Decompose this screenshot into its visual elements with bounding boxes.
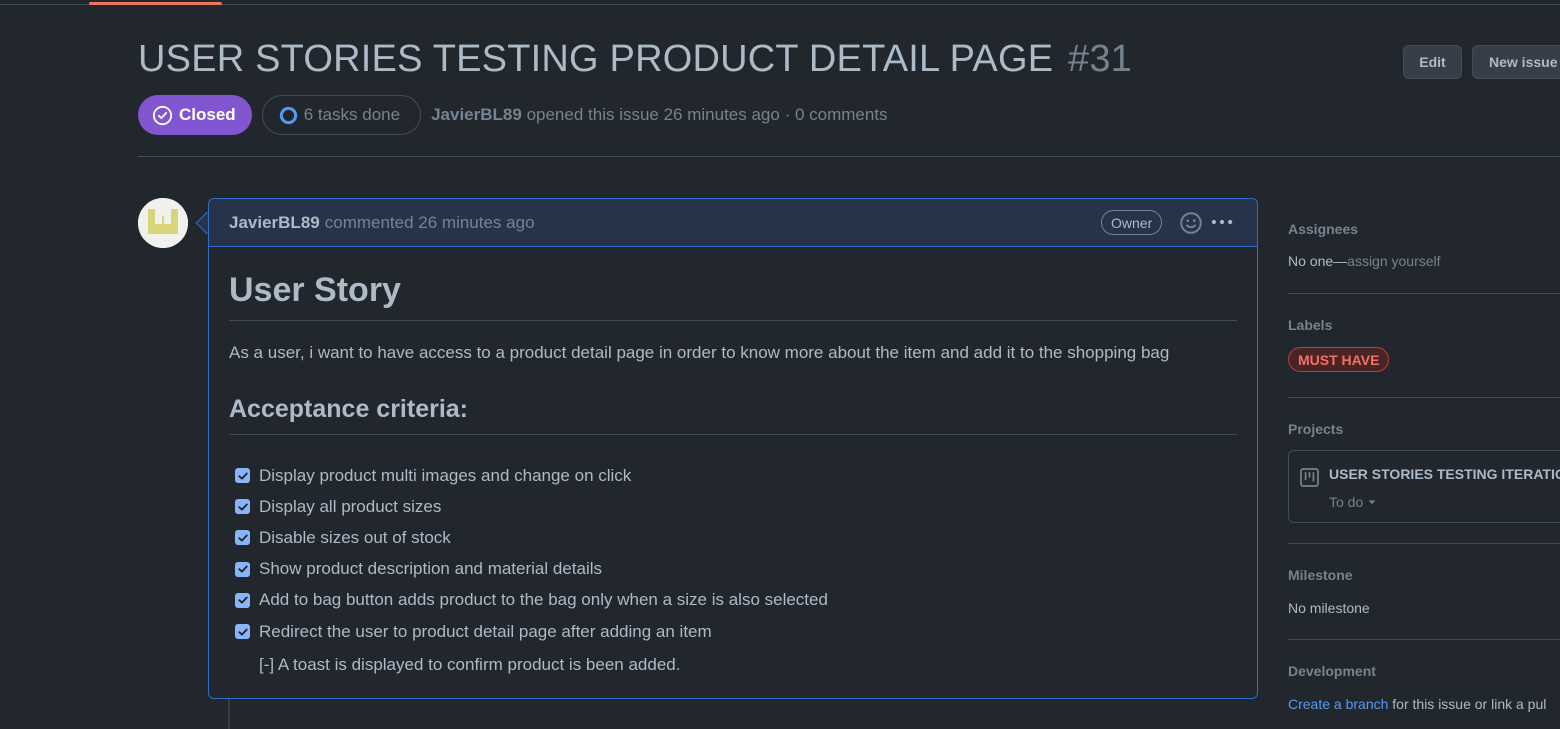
smiley-icon[interactable]: [1179, 211, 1203, 235]
assignees-value: No one—assign yourself: [1288, 253, 1441, 269]
development-title[interactable]: Development: [1288, 663, 1376, 679]
task-item: Show product description and material de…: [229, 554, 1237, 585]
project-board-icon: [1300, 468, 1319, 487]
edit-button[interactable]: Edit: [1403, 45, 1462, 79]
sidebar-divider: [1288, 397, 1560, 398]
task-item: Redirect the user to product detail page…: [229, 616, 1237, 647]
state-label: Closed: [179, 105, 236, 124]
issue-number: #31: [1068, 38, 1133, 80]
check-icon: [237, 503, 248, 511]
labels-list: MUST HAVE: [1288, 347, 1390, 372]
task-checkbox[interactable]: [235, 530, 250, 546]
issue-meta: Closed 6 tasks done JavierBL89 opened th…: [138, 95, 888, 135]
comment-author-link[interactable]: JavierBL89: [229, 213, 320, 233]
task-label: Disable sizes out of stock: [259, 527, 451, 547]
task-label: Add to bag button adds product to the ba…: [259, 590, 828, 610]
identicon-image: [138, 198, 188, 248]
story-heading: User Story: [229, 271, 1237, 321]
sidebar-divider: [1288, 639, 1560, 640]
task-checkbox[interactable]: [235, 468, 250, 484]
task-label: Show product description and material de…: [259, 559, 603, 579]
projects-title[interactable]: Projects: [1288, 421, 1343, 437]
label-must-have[interactable]: MUST HAVE: [1288, 347, 1390, 372]
criteria-heading: Acceptance criteria:: [229, 395, 1237, 435]
check-circle-icon: [152, 105, 173, 125]
task-item: Disable sizes out of stock: [229, 522, 1237, 553]
project-card[interactable]: USER STORIES TESTING ITERATION To do: [1288, 450, 1560, 523]
milestone-title[interactable]: Milestone: [1288, 567, 1353, 583]
assign-yourself-link[interactable]: assign yourself: [1347, 253, 1440, 269]
tasks-label: 6 tasks done: [303, 105, 401, 124]
labels-title[interactable]: Labels: [1288, 317, 1332, 333]
task-item: Display product multi images and change …: [229, 460, 1237, 491]
task-checkbox[interactable]: [235, 624, 250, 640]
comment-time: commented 26 minutes ago: [324, 212, 535, 232]
check-icon: [237, 596, 248, 604]
sidebar-divider: [1288, 293, 1560, 294]
task-checkbox[interactable]: [235, 592, 250, 608]
project-status-dropdown[interactable]: To do: [1329, 494, 1377, 510]
check-icon: [237, 565, 248, 573]
avatar[interactable]: [138, 198, 188, 248]
check-icon: [237, 472, 248, 480]
caret-down-icon: [1368, 500, 1376, 504]
task-item-unchecked: [-] A toast is displayed to confirm prod…: [259, 654, 681, 674]
create-branch-link[interactable]: Create a branch: [1288, 696, 1388, 712]
development-value: Create a branch for this issue or link a…: [1288, 696, 1560, 712]
task-label: Display all product sizes: [259, 496, 442, 516]
task-item: Display all product sizes: [229, 491, 1237, 522]
sidebar-divider: [1288, 543, 1560, 544]
task-label: Display product multi images and change …: [259, 465, 632, 485]
project-name[interactable]: USER STORIES TESTING ITERATION: [1329, 466, 1560, 482]
issue-title-text: USER STORIES TESTING PRODUCT DETAIL PAGE: [138, 38, 1054, 80]
active-tab-indicator: [89, 2, 222, 5]
timeline-line: [228, 699, 230, 729]
opened-info: JavierBL89 opened this issue 26 minutes …: [431, 105, 887, 125]
assignees-title[interactable]: Assignees: [1288, 221, 1358, 237]
task-checkbox[interactable]: [235, 499, 250, 515]
task-item: Add to bag button adds product to the ba…: [229, 585, 1237, 616]
opened-text: opened this issue 26 minutes ago · 0 com…: [526, 105, 888, 124]
issue-author-link[interactable]: JavierBL89: [431, 105, 522, 124]
task-checkbox[interactable]: [235, 561, 250, 577]
development-text: for this issue or link a pul: [1388, 696, 1547, 712]
milestone-value: No milestone: [1288, 600, 1370, 616]
tasks-progress[interactable]: 6 tasks done: [261, 95, 422, 135]
top-divider: [0, 4, 1560, 5]
state-badge: Closed: [138, 95, 252, 135]
new-issue-button[interactable]: New issue: [1472, 45, 1560, 79]
comment-header: JavierBL89 commented 26 minutes ago Owne…: [209, 199, 1257, 247]
check-icon: [237, 628, 248, 636]
header-divider: [138, 156, 1560, 157]
owner-badge: Owner: [1101, 210, 1163, 235]
project-status: To do: [1329, 494, 1364, 510]
kebab-menu-icon[interactable]: [1209, 209, 1235, 235]
issue-title: USER STORIES TESTING PRODUCT DETAIL PAGE…: [138, 38, 1132, 81]
comment-box: JavierBL89 commented 26 minutes ago Owne…: [208, 198, 1258, 699]
progress-ring-icon: [279, 106, 297, 124]
task-list: Display product multi images and change …: [229, 460, 1237, 680]
comment-body: User Story As a user, i want to have acc…: [209, 271, 1257, 680]
check-icon: [237, 534, 248, 542]
task-label: Redirect the user to product detail page…: [259, 621, 712, 641]
story-text: As a user, i want to have access to a pr…: [229, 343, 1170, 362]
assignees-empty: No one—: [1288, 253, 1348, 269]
